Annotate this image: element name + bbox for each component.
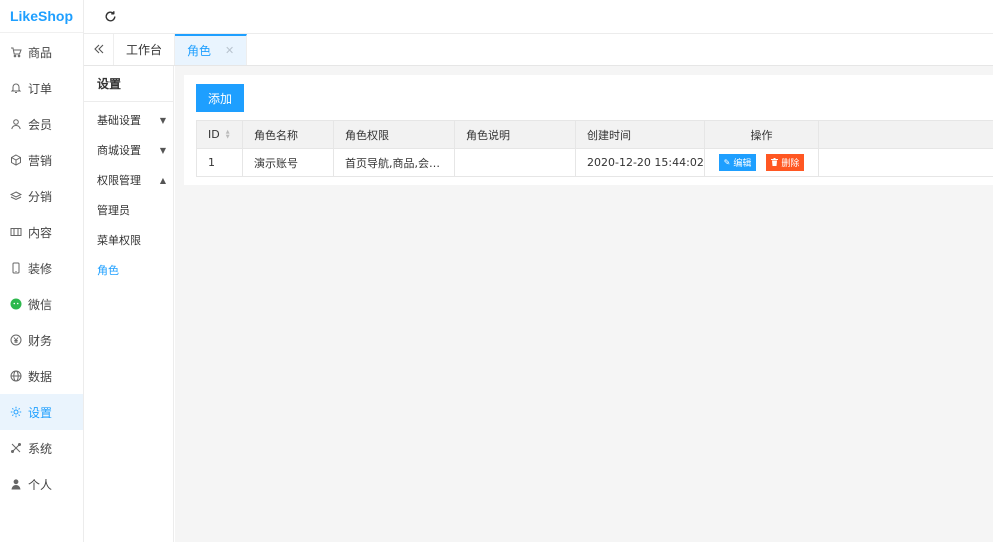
box-icon xyxy=(10,154,22,166)
nav-item-wechat[interactable]: 微信 xyxy=(0,286,83,322)
submenu-item-menu-permission[interactable]: 菜单权限 xyxy=(84,225,173,255)
tools-icon xyxy=(10,442,22,454)
column-header-description: 角色说明 xyxy=(455,121,576,149)
main-nav: 商品 订单 会员 营销 分销 内容 装修 微信 财务 数据 设置 系统 个人 xyxy=(0,34,83,502)
nav-item-label: 个人 xyxy=(28,477,53,492)
cell-filler xyxy=(819,149,993,177)
nav-item-label: 财务 xyxy=(28,333,53,348)
delete-button[interactable]: 删除 xyxy=(766,154,805,171)
tab-label: 角色 xyxy=(187,44,212,58)
column-header-created-time: 创建时间 xyxy=(576,121,705,149)
submenu-group-label: 基础设置 xyxy=(97,114,141,127)
person-icon xyxy=(10,478,22,490)
image-icon xyxy=(10,226,22,238)
role-card: 添加 ID ▲ ▼ 角色名称 角色权限 角色说明 创建时间 操作 1 演示账号 首… xyxy=(184,75,993,185)
main-sidebar: LikeShop 商品 订单 会员 营销 分销 内容 装修 微信 财务 数据 设… xyxy=(0,0,84,542)
nav-item-data[interactable]: 数据 xyxy=(0,358,83,394)
submenu-title: 设置 xyxy=(84,66,173,102)
submenu-group-label: 商城设置 xyxy=(97,144,141,157)
submenu-group-label: 权限管理 xyxy=(97,174,141,187)
caret-down-icon: ▼ xyxy=(159,115,166,125)
submenu-group-mall[interactable]: 商城设置 ▼ xyxy=(84,135,173,165)
globe-icon xyxy=(10,370,22,382)
role-table: ID ▲ ▼ 角色名称 角色权限 角色说明 创建时间 操作 1 演示账号 首页导航… xyxy=(196,120,993,177)
nav-item-label: 订单 xyxy=(28,81,53,96)
cell-actions: ✎ 编辑 删除 xyxy=(705,149,819,177)
cell-description xyxy=(455,149,576,177)
nav-item-settings[interactable]: 设置 xyxy=(0,394,83,430)
table-header-row: ID ▲ ▼ 角色名称 角色权限 角色说明 创建时间 操作 xyxy=(197,121,993,149)
submenu-group-permission[interactable]: 权限管理 ▲ xyxy=(84,165,173,195)
nav-item-personal[interactable]: 个人 xyxy=(0,466,83,502)
double-chevron-left-icon xyxy=(93,42,105,58)
nav-item-marketing[interactable]: 营销 xyxy=(0,142,83,178)
nav-item-content[interactable]: 内容 xyxy=(0,214,83,250)
nav-item-label: 内容 xyxy=(28,225,53,240)
refresh-icon[interactable] xyxy=(104,10,117,23)
wechat-icon xyxy=(10,298,22,310)
nav-item-members[interactable]: 会员 xyxy=(0,106,83,142)
nav-item-label: 微信 xyxy=(28,297,53,312)
nav-item-label: 营销 xyxy=(28,153,53,168)
nav-item-label: 会员 xyxy=(28,117,53,132)
app-logo[interactable]: LikeShop xyxy=(0,0,83,33)
cell-name: 演示账号 xyxy=(243,149,334,177)
submenu-item-role[interactable]: 角色 xyxy=(84,255,173,285)
table-row: 1 演示账号 首页导航,商品,会… 2020-12-20 15:44:02 ✎ … xyxy=(197,149,993,177)
nav-item-label: 数据 xyxy=(28,369,53,384)
top-bar xyxy=(84,0,993,34)
column-header-actions: 操作 xyxy=(705,121,819,149)
column-header-name: 角色名称 xyxy=(243,121,334,149)
nav-item-products[interactable]: 商品 xyxy=(0,34,83,70)
cell-permission: 首页导航,商品,会… xyxy=(334,149,455,177)
nav-item-orders[interactable]: 订单 xyxy=(0,70,83,106)
cell-id: 1 xyxy=(197,149,243,177)
cart-icon xyxy=(10,46,22,58)
column-filler xyxy=(819,121,993,149)
column-header-permission: 角色权限 xyxy=(334,121,455,149)
settings-submenu: 设置 基础设置 ▼ 商城设置 ▼ 权限管理 ▲ 管理员 菜单权限 角色 xyxy=(84,66,174,542)
trash-icon xyxy=(771,157,779,168)
nav-item-label: 商品 xyxy=(28,45,53,60)
nav-item-label: 装修 xyxy=(28,261,53,276)
sort-icon[interactable]: ▲ ▼ xyxy=(226,129,230,140)
nav-item-label: 分销 xyxy=(28,189,53,204)
nav-item-label: 系统 xyxy=(28,441,53,456)
tab-workbench[interactable]: 工作台 xyxy=(114,34,176,65)
column-header-id[interactable]: ID ▲ ▼ xyxy=(197,121,243,149)
tab-bar: 工作台 角色 ✕ xyxy=(84,34,993,66)
user-icon xyxy=(10,118,22,130)
layers-icon xyxy=(10,190,22,202)
cell-created-time: 2020-12-20 15:44:02 xyxy=(576,149,705,177)
nav-item-decoration[interactable]: 装修 xyxy=(0,250,83,286)
nav-item-distribution[interactable]: 分销 xyxy=(0,178,83,214)
nav-item-label: 设置 xyxy=(28,405,53,420)
bell-icon xyxy=(10,82,22,94)
pencil-icon: ✎ xyxy=(723,158,731,167)
close-icon[interactable]: ✕ xyxy=(225,44,234,57)
add-button[interactable]: 添加 xyxy=(196,84,244,112)
gear-icon xyxy=(10,406,22,418)
yen-icon xyxy=(10,334,22,346)
caret-up-icon: ▲ xyxy=(159,175,166,185)
submenu-item-admin[interactable]: 管理员 xyxy=(84,195,173,225)
tab-label: 工作台 xyxy=(126,43,163,57)
submenu-group-basic[interactable]: 基础设置 ▼ xyxy=(84,105,173,135)
main-content: 添加 ID ▲ ▼ 角色名称 角色权限 角色说明 创建时间 操作 1 演示账号 首… xyxy=(175,66,993,542)
nav-item-system[interactable]: 系统 xyxy=(0,430,83,466)
caret-down-icon: ▼ xyxy=(159,145,166,155)
nav-item-finance[interactable]: 财务 xyxy=(0,322,83,358)
collapse-sidebar-button[interactable] xyxy=(84,34,114,65)
mobile-icon xyxy=(10,262,22,274)
edit-button[interactable]: ✎ 编辑 xyxy=(718,154,757,171)
tab-role[interactable]: 角色 ✕ xyxy=(175,34,248,65)
